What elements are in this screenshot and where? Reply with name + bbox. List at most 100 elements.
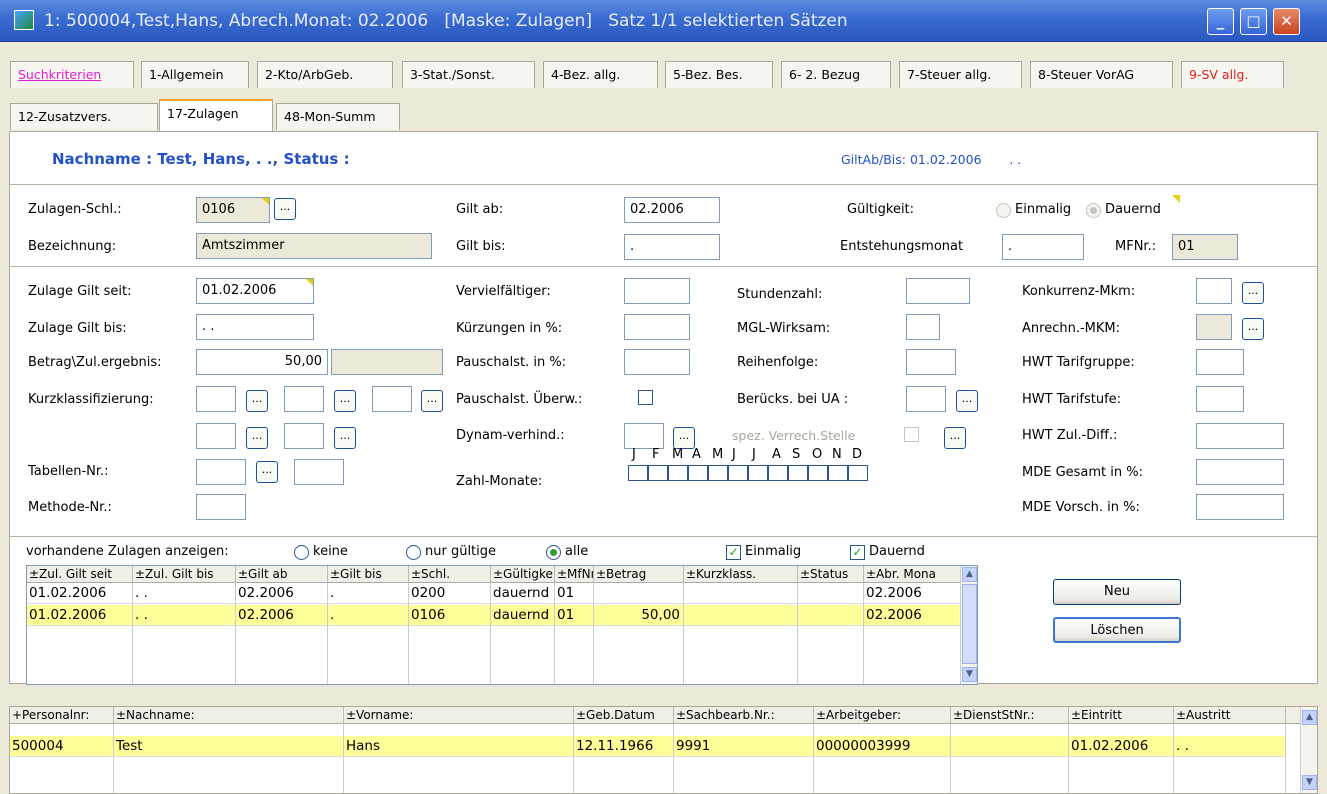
person-cell: 12.11.1966 [574,736,674,757]
tabellen-nr-field[interactable] [196,459,246,485]
zulagen-schl-lookup-button[interactable]: ... [274,198,296,220]
month-box-1[interactable] [648,465,668,481]
betrag-label: Betrag\Zul.ergebnis: [28,355,162,370]
kurzklass-field-4[interactable] [196,423,236,449]
hwt-diff-field[interactable] [1196,423,1284,449]
loeschen-button[interactable]: Löschen [1053,617,1181,643]
gilt-bis-field[interactable]: . [624,234,720,260]
tab-zulagen[interactable]: 17-Zulagen [159,99,273,131]
tab-zusatzvers[interactable]: 12-Zusatzvers. [10,103,158,130]
person-header: Nachname : Test, Hans, . ., Status : [52,150,350,168]
month-box-5[interactable] [728,465,748,481]
person-scroll-up-icon[interactable]: ▲ [1302,710,1317,725]
neu-button[interactable]: Neu [1053,579,1181,605]
mgl-field[interactable] [906,314,940,340]
filter-nur-gueltige-radio[interactable] [406,545,421,560]
zulagen-table-row[interactable]: 01.02.2006. . 02.2006. 0106 dauernd 01 50,00 0… [27,605,961,626]
zulagen-table[interactable]: ±Zul. Gilt seit ±Zul. Gilt bis ±Gilt ab ±Gi… [26,565,978,685]
mde-vorsch-field[interactable] [1196,494,1284,520]
person-table-scrollbar[interactable]: ▲ ▼ [1300,707,1317,793]
maximize-button[interactable]: □ [1240,8,1267,35]
scroll-thumb[interactable] [962,584,977,664]
pauschalst-ueberw-checkbox[interactable] [638,390,653,405]
zulagen-table-scrollbar[interactable]: ▲ ▼ [960,566,977,684]
tab-allgemein[interactable]: 1-Allgemein [141,61,249,88]
tabellen-nr-lookup[interactable]: ... [256,461,278,483]
methode-nr-field[interactable] [196,494,246,520]
tab-sv-allg[interactable]: 9-SV allg. [1181,61,1284,88]
person-table-row[interactable]: 500004 Test Hans 12.11.1966 9991 00000003999 0… [10,736,1286,757]
zulagen-schl-field[interactable]: 0106 [196,197,270,223]
konkurrenz-lookup[interactable]: ... [1242,282,1264,304]
zulage-gilt-seit-field[interactable]: 01.02.2006 [196,278,314,304]
kuerzungen-field[interactable] [624,314,690,340]
anrechn-lookup[interactable]: ... [1242,318,1264,340]
hwt-gruppe-field[interactable] [1196,349,1244,375]
spez-verrech-checkbox[interactable] [904,427,919,442]
mde-gesamt-field[interactable] [1196,459,1284,485]
month-box-6[interactable] [748,465,768,481]
kurzklass-field-2[interactable] [284,386,324,412]
scroll-up-icon[interactable]: ▲ [962,567,977,582]
month-box-10[interactable] [828,465,848,481]
beruecks-lookup[interactable]: ... [956,390,978,412]
zulagen-table-row[interactable]: 01.02.2006. . 02.2006. 0200 dauernd 01 02.200… [27,583,961,604]
entstehungsmonat-field[interactable]: . [1002,234,1084,260]
zulagen-cell: . [328,605,409,626]
tab-kto-arbgeb[interactable]: 2-Kto/ArbGeb. [257,61,393,88]
kurzklass-lookup-2[interactable]: ... [334,390,356,412]
pauschalst-ueberw-label: Pauschalst. Überw.: [456,392,583,407]
konkurrenz-field[interactable] [1196,278,1232,304]
kurzklass-lookup-5[interactable]: ... [334,427,356,449]
person-scroll-down-icon[interactable]: ▼ [1302,775,1317,790]
title-bar[interactable]: 1: 500004,Test,Hans, Abrech.Monat: 02.20… [0,0,1327,42]
tab-mon-summ[interactable]: 48-Mon-Summ [276,103,400,130]
gilt-ab-field[interactable]: 02.2006 [624,197,720,223]
filter-keine-radio[interactable] [294,545,309,560]
anrechn-label: Anrechn.-MKM: [1022,321,1120,336]
month-box-4[interactable] [708,465,728,481]
kurzklass-lookup-1[interactable]: ... [246,390,268,412]
reihenfolge-field[interactable] [906,349,956,375]
tab-2-bezug[interactable]: 6- 2. Bezug [781,61,891,88]
month-box-8[interactable] [788,465,808,481]
tab-stat-sonst[interactable]: 3-Stat./Sonst. [402,61,535,88]
pauschalst-field[interactable] [624,349,690,375]
scroll-down-icon[interactable]: ▼ [962,667,977,682]
close-button[interactable]: ✕ [1273,8,1300,35]
dynam-field[interactable] [624,423,664,449]
tabellen-nr-field-2[interactable] [294,459,344,485]
tab-suchkriterien[interactable]: Suchkriterien [10,61,134,88]
month-box-11[interactable] [848,465,868,481]
dauernd-radio[interactable] [1086,203,1101,218]
einmalig-radio[interactable] [996,203,1011,218]
tab-steuer-vorag[interactable]: 8-Steuer VorAG [1030,61,1173,88]
zulage-gilt-bis-field[interactable]: . . [196,314,314,340]
month-box-7[interactable] [768,465,788,481]
kurzklass-field-5[interactable] [284,423,324,449]
month-box-2[interactable] [668,465,688,481]
tab-steuer-allg[interactable]: 7-Steuer allg. [899,61,1022,88]
kurzklass-field-1[interactable] [196,386,236,412]
spez-verrech-lookup[interactable]: ... [944,427,966,449]
vervielf-field[interactable] [624,278,690,304]
filter-alle-radio[interactable] [546,545,561,560]
tab-bez-allg[interactable]: 4-Bez. allg. [543,61,658,88]
filter-einmalig-checkbox[interactable]: ✓ [726,545,741,560]
month-box-9[interactable] [808,465,828,481]
month-box-0[interactable] [628,465,648,481]
person-table[interactable]: +Personalnr: ±Nachname: ±Vorname: ±Geb.Datu… [9,706,1318,794]
kurzklass-lookup-3[interactable]: ... [421,390,443,412]
beruecks-field[interactable] [906,386,946,412]
kurzklass-field-3[interactable] [372,386,412,412]
kurzklass-lookup-4[interactable]: ... [246,427,268,449]
tab-bez-bes[interactable]: 5-Bez. Bes. [665,61,773,88]
hwt-stufe-field[interactable] [1196,386,1244,412]
stundenzahl-field[interactable] [906,278,970,304]
pauschalst-label: Pauschalst. in %: [456,355,567,370]
filter-dauernd-checkbox[interactable]: ✓ [850,545,865,560]
betrag-field[interactable]: 50,00 [196,349,328,375]
month-box-3[interactable] [688,465,708,481]
dynam-lookup[interactable]: ... [673,427,695,449]
minimize-button[interactable]: _ [1207,8,1234,35]
